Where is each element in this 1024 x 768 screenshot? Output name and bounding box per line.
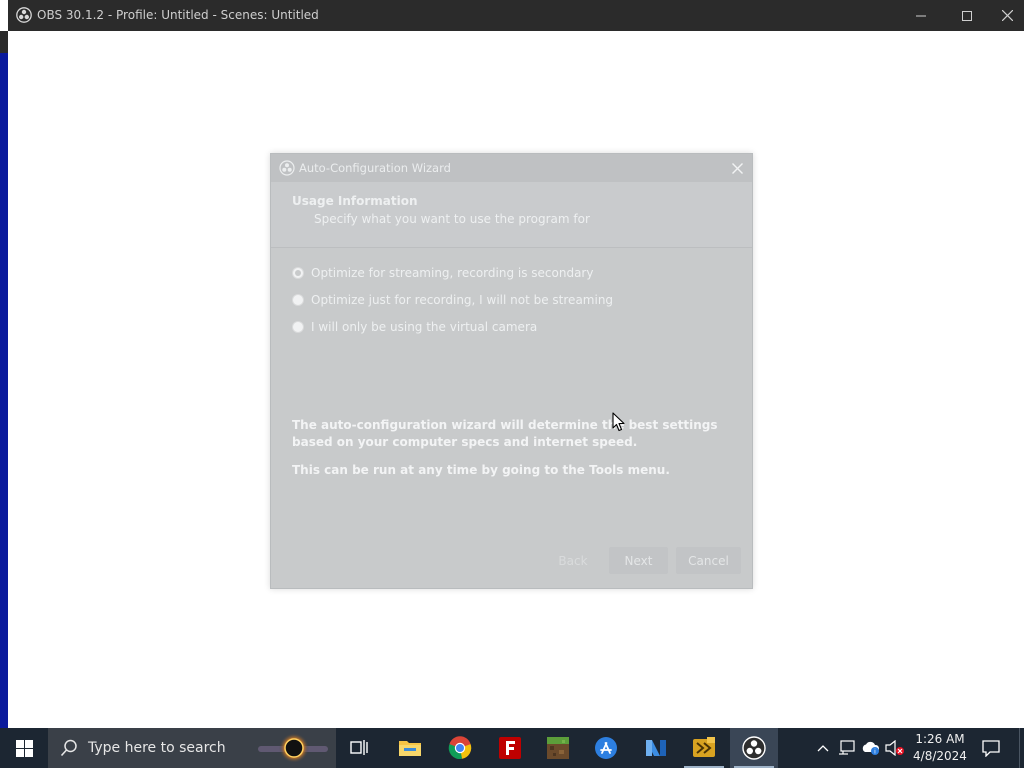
- obs-logo-icon: [742, 736, 766, 760]
- wizard-info-text: The auto-configuration wizard will deter…: [292, 418, 718, 449]
- start-button[interactable]: [0, 728, 48, 768]
- minimize-icon: [916, 15, 926, 16]
- back-button[interactable]: Back: [548, 547, 598, 574]
- windows-taskbar: Type here to search i 1:26 AM 4/8/2024: [0, 728, 1024, 768]
- chrome-icon: [448, 736, 472, 760]
- page-subtitle: Specify what you want to use the program…: [314, 212, 590, 226]
- network-icon: [839, 740, 855, 755]
- minimize-button[interactable]: [898, 0, 944, 31]
- option-label: Optimize for streaming, recording is sec…: [311, 266, 594, 280]
- taskbar-filezilla[interactable]: [486, 728, 534, 768]
- taskbar-chrome[interactable]: [436, 728, 484, 768]
- window-titlebar[interactable]: OBS 30.1.2 - Profile: Untitled - Scenes:…: [8, 0, 1024, 31]
- page-title: Usage Information: [292, 194, 418, 208]
- volume-tray-button[interactable]: [884, 728, 906, 768]
- option-label: I will only be using the virtual camera: [311, 320, 538, 334]
- notification-icon: [982, 739, 1000, 757]
- taskbar-clock[interactable]: 1:26 AM 4/8/2024: [908, 731, 972, 765]
- onedrive-tray-button[interactable]: i: [860, 728, 882, 768]
- taskbar-search-box[interactable]: Type here to search: [48, 728, 336, 768]
- search-highlight-eclipse-icon: [258, 733, 328, 763]
- taskbar-obs-studio[interactable]: [730, 728, 778, 768]
- search-placeholder: Type here to search: [88, 740, 226, 756]
- desktop-background: [0, 31, 8, 728]
- filezilla-icon: [499, 737, 521, 759]
- clock-date: 4/8/2024: [913, 749, 967, 763]
- option-streaming[interactable]: Optimize for streaming, recording is sec…: [292, 264, 593, 282]
- task-view-icon: [350, 740, 368, 755]
- yellow-app-icon: [693, 737, 715, 757]
- dialog-title: Auto-Configuration Wizard: [299, 161, 451, 175]
- option-label: Optimize just for recording, I will not …: [311, 293, 614, 307]
- minecraft-block-icon: [547, 737, 569, 759]
- window-title: OBS 30.1.2 - Profile: Untitled - Scenes:…: [37, 8, 319, 22]
- wizard-tools-hint: This can be run at any time by going to …: [292, 463, 670, 477]
- obs-logo-icon: [16, 7, 32, 23]
- app-store-icon: [595, 737, 617, 759]
- cancel-button[interactable]: Cancel: [676, 547, 741, 574]
- network-tray-button[interactable]: [836, 728, 858, 768]
- radio-button[interactable]: [292, 321, 304, 333]
- close-button[interactable]: [990, 0, 1024, 31]
- chevron-up-icon: [817, 745, 829, 752]
- maximize-button[interactable]: [944, 0, 990, 31]
- cloud-icon: i: [862, 741, 880, 756]
- taskbar-pinned-app[interactable]: [680, 728, 728, 768]
- folder-icon: [399, 741, 421, 756]
- clock-time: 1:26 AM: [915, 732, 965, 746]
- close-icon: [731, 162, 743, 174]
- radio-button[interactable]: [292, 294, 304, 306]
- obs-logo-icon: [279, 160, 295, 176]
- next-button[interactable]: Next: [609, 547, 668, 574]
- taskbar-visual-studio[interactable]: [632, 728, 680, 768]
- task-view-button[interactable]: [336, 728, 384, 768]
- taskbar-app-store[interactable]: [582, 728, 630, 768]
- close-icon: [1001, 10, 1013, 21]
- dialog-titlebar[interactable]: Auto-Configuration Wizard: [271, 154, 752, 182]
- maximize-icon: [962, 10, 972, 21]
- action-center-button[interactable]: [976, 728, 1006, 768]
- dialog-close-button[interactable]: [727, 158, 747, 178]
- mouse-cursor-icon: [612, 412, 625, 432]
- taskbar-minecraft[interactable]: [534, 728, 582, 768]
- visual-studio-icon: [646, 740, 666, 756]
- auto-config-wizard-dialog: Auto-Configuration Wizard Usage Informat…: [270, 153, 753, 589]
- wizard-page-header: Usage Information Specify what you want …: [271, 182, 752, 248]
- taskbar-file-explorer[interactable]: [386, 728, 434, 768]
- option-virtual-camera[interactable]: I will only be using the virtual camera: [292, 318, 537, 336]
- volume-muted-icon: [885, 740, 904, 756]
- radio-button[interactable]: [292, 267, 304, 279]
- show-hidden-icons-button[interactable]: [812, 728, 834, 768]
- show-desktop-button[interactable]: [1019, 728, 1024, 768]
- windows-logo-icon: [15, 739, 33, 757]
- search-icon: [60, 739, 77, 757]
- option-recording[interactable]: Optimize just for recording, I will not …: [292, 291, 613, 309]
